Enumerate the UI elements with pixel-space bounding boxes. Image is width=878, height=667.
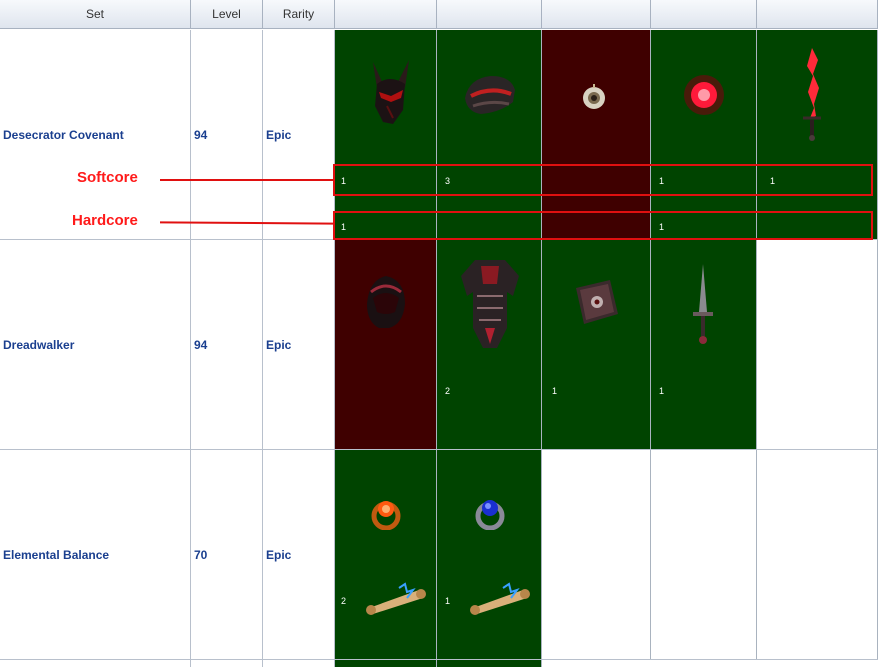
item-cell[interactable]: 2 (437, 240, 542, 449)
rarity-cell (263, 660, 335, 667)
horned-helmet-icon (373, 60, 409, 124)
item-cell[interactable] (437, 660, 542, 667)
item-cell[interactable]: 1 (437, 450, 542, 659)
column-header-level[interactable]: Level (191, 0, 263, 29)
column-header-item-2[interactable] (437, 0, 542, 29)
item-count: 1 (445, 596, 451, 606)
hardcore-label: Hardcore (72, 212, 138, 229)
level-cell: 70 (191, 450, 263, 659)
column-header-item-1[interactable] (335, 0, 437, 29)
hardcore-highlight-box (333, 211, 873, 240)
empty-cell (651, 450, 757, 659)
table-row[interactable]: Dreadwalker 94 Epic 2 1 1 (0, 240, 878, 450)
item-cell[interactable] (335, 240, 437, 449)
tome-icon (576, 280, 618, 324)
hood-icon (367, 276, 405, 328)
table-row[interactable]: Elemental Balance 70 Epic 2 1 (0, 450, 878, 660)
flaming-sword-icon (803, 48, 821, 141)
item-cell[interactable]: 3 (437, 30, 542, 239)
table-row[interactable]: Desecrator Covenant 94 Epic 1 1 3 1 1 1 (0, 30, 878, 240)
set-name-cell[interactable]: Elemental Balance (0, 450, 191, 659)
softcore-label: Softcore (77, 169, 138, 186)
softcore-pointer-line (160, 179, 334, 181)
item-cell[interactable]: 1 (757, 30, 878, 239)
item-count: 1 (659, 386, 665, 396)
column-header-item-4[interactable] (651, 0, 757, 29)
chest-armor-icon (461, 260, 519, 348)
level-cell: 94 (191, 30, 263, 239)
empty-cell (542, 450, 651, 659)
scroll-icon (470, 582, 530, 615)
level-cell: 94 (191, 240, 263, 449)
fire-ring-icon (371, 501, 401, 530)
item-cell[interactable]: 1 1 (335, 30, 437, 239)
sapphire-ring-icon (475, 500, 505, 530)
item-count: 2 (445, 386, 451, 396)
item-cell[interactable] (542, 30, 651, 239)
empty-cell (757, 240, 878, 449)
column-header-rarity[interactable]: Rarity (263, 0, 335, 29)
set-name-cell[interactable]: Dreadwalker (0, 240, 191, 449)
softcore-highlight-box (333, 164, 873, 196)
level-cell (191, 660, 263, 667)
rarity-cell: Epic (263, 240, 335, 449)
column-header-set[interactable]: Set (0, 0, 191, 29)
empty-cell (757, 450, 878, 659)
red-orb-icon (684, 75, 724, 115)
table-row[interactable] (0, 660, 878, 667)
scroll-icon (366, 582, 426, 615)
item-cell[interactable]: 2 (335, 450, 437, 659)
pauldron-icon (465, 76, 515, 114)
set-name-cell[interactable]: Desecrator Covenant (0, 30, 191, 239)
item-cell[interactable]: 1 (651, 240, 757, 449)
item-count: 1 (552, 386, 558, 396)
item-cell[interactable]: 1 1 (651, 30, 757, 239)
rarity-cell: Epic (263, 30, 335, 239)
amulet-icon (583, 84, 605, 109)
column-header-item-5[interactable] (757, 0, 878, 29)
set-name-cell[interactable] (0, 660, 191, 667)
item-cell[interactable] (335, 660, 437, 667)
dagger-icon (693, 264, 713, 344)
item-count: 2 (341, 596, 347, 606)
rarity-cell: Epic (263, 450, 335, 659)
item-cell[interactable]: 1 (542, 240, 651, 449)
column-header-item-3[interactable] (542, 0, 651, 29)
